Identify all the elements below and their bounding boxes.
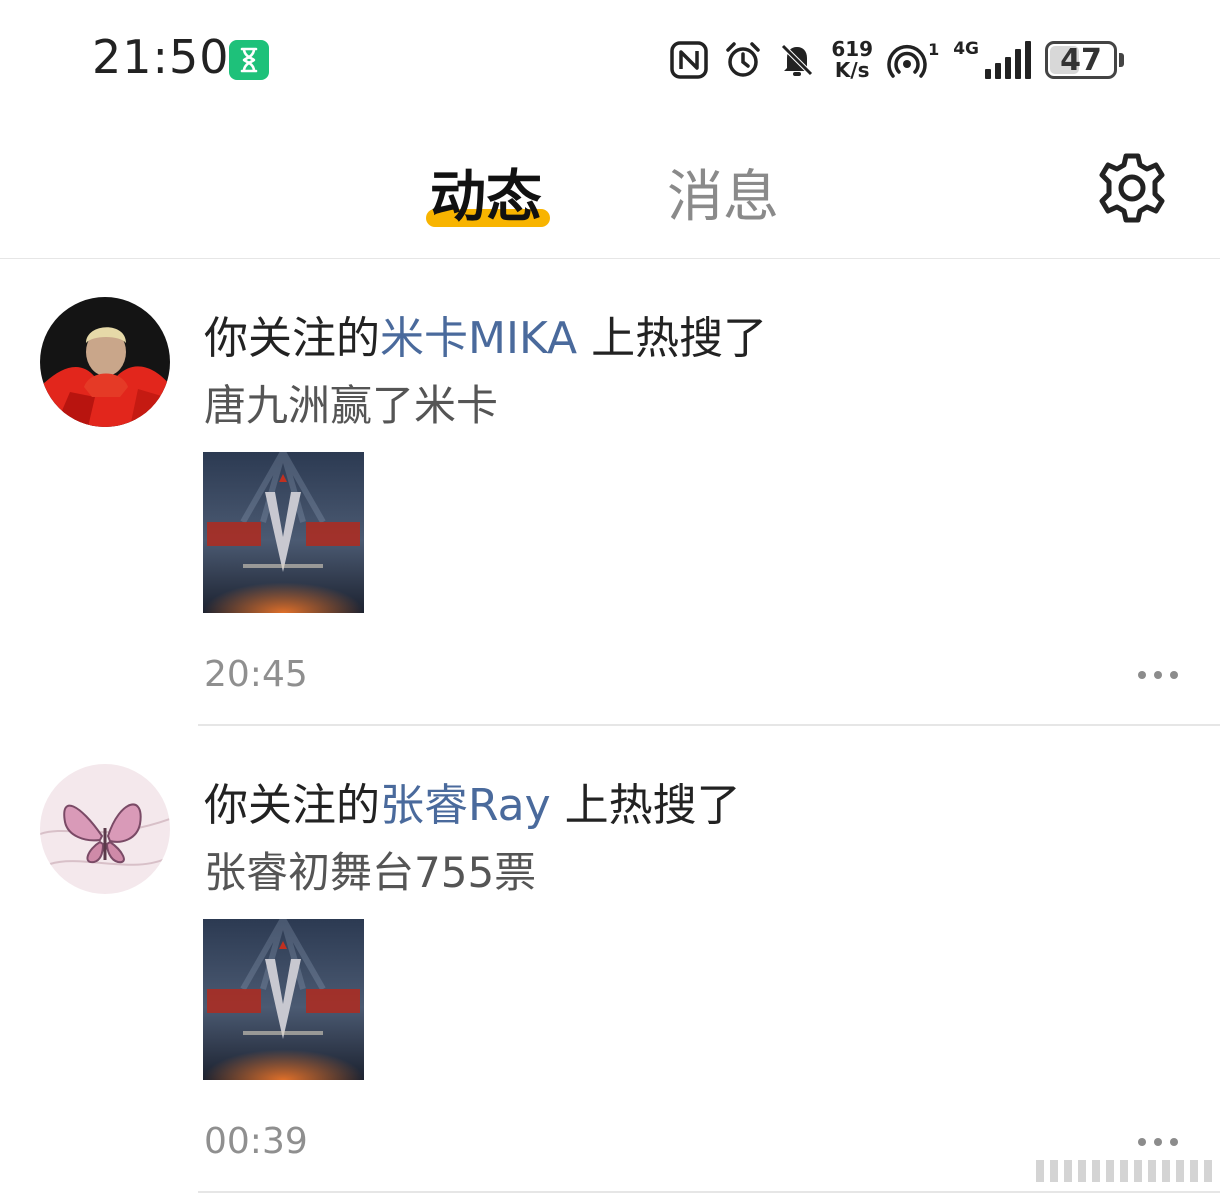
- gesture-bar: [1036, 1160, 1212, 1182]
- show-poster-thumbnail[interactable]: [203, 919, 364, 1080]
- hotspot: 1: [887, 40, 939, 80]
- settings-button[interactable]: [1094, 150, 1170, 226]
- title-prefix: 你关注的: [204, 780, 380, 831]
- feed-item[interactable]: 你关注的米卡MIKA 上热搜了 唐九洲赢了米卡 20:45: [0, 260, 1220, 727]
- status-time: 21:50: [92, 30, 230, 84]
- feed-item[interactable]: 你关注的张睿Ray 上热搜了 张睿初舞台755票 00:39: [0, 727, 1220, 1194]
- tab-dynamics-label: 动态: [430, 165, 542, 230]
- battery-indicator: 47: [1045, 41, 1117, 79]
- tab-messages-label: 消息: [667, 165, 779, 230]
- signal-icon: 4G: [953, 41, 1031, 79]
- mute-icon: [780, 43, 815, 77]
- battery-level: 47: [1060, 42, 1102, 78]
- hotspot-icon: [887, 45, 927, 78]
- nfc-icon: [670, 41, 709, 79]
- net-speed: 619 K/s: [831, 39, 873, 81]
- timestamp: 20:45: [204, 654, 308, 695]
- hot-search-topic[interactable]: 张睿初舞台755票: [204, 839, 536, 900]
- more-options-icon[interactable]: [1136, 665, 1180, 685]
- divider: [198, 724, 1220, 726]
- network-type: 4G: [953, 39, 979, 59]
- status-icons: 619 K/s 1 4G 47: [669, 36, 1124, 84]
- show-poster-thumbnail[interactable]: [203, 452, 364, 613]
- gear-icon: [1099, 153, 1165, 223]
- user-name-link[interactable]: 米卡MIKA: [380, 313, 577, 364]
- timestamp: 00:39: [204, 1121, 308, 1162]
- tab-bar: 动态 消息: [0, 130, 1220, 259]
- notification-title: 你关注的米卡MIKA 上热搜了: [204, 302, 767, 366]
- feed-list: 你关注的米卡MIKA 上热搜了 唐九洲赢了米卡 20:45 你关注的张睿Ray …: [0, 260, 1220, 1194]
- title-prefix: 你关注的: [204, 313, 380, 364]
- battery-icon: 47: [1045, 41, 1124, 79]
- hotspot-count: 1: [928, 40, 940, 59]
- title-suffix: 上热搜了: [550, 780, 741, 831]
- alarm-icon: [726, 42, 761, 77]
- notification-title: 你关注的张睿Ray 上热搜了: [204, 769, 741, 833]
- hot-search-topic[interactable]: 唐九洲赢了米卡: [204, 372, 498, 433]
- status-bar: 21:50 619 K/s 1 4G 47: [0, 0, 1220, 110]
- avatar[interactable]: [40, 764, 170, 894]
- user-name-link[interactable]: 张睿Ray: [380, 780, 551, 831]
- title-suffix: 上热搜了: [577, 313, 768, 364]
- divider: [198, 1191, 1220, 1193]
- net-speed-value: 619: [831, 37, 874, 61]
- hourglass-icon: [229, 40, 269, 80]
- avatar[interactable]: [40, 297, 170, 427]
- tab-messages[interactable]: 消息: [667, 152, 779, 233]
- more-options-icon[interactable]: [1136, 1132, 1180, 1152]
- tab-dynamics[interactable]: 动态: [430, 152, 542, 233]
- net-speed-unit: K/s: [834, 58, 870, 82]
